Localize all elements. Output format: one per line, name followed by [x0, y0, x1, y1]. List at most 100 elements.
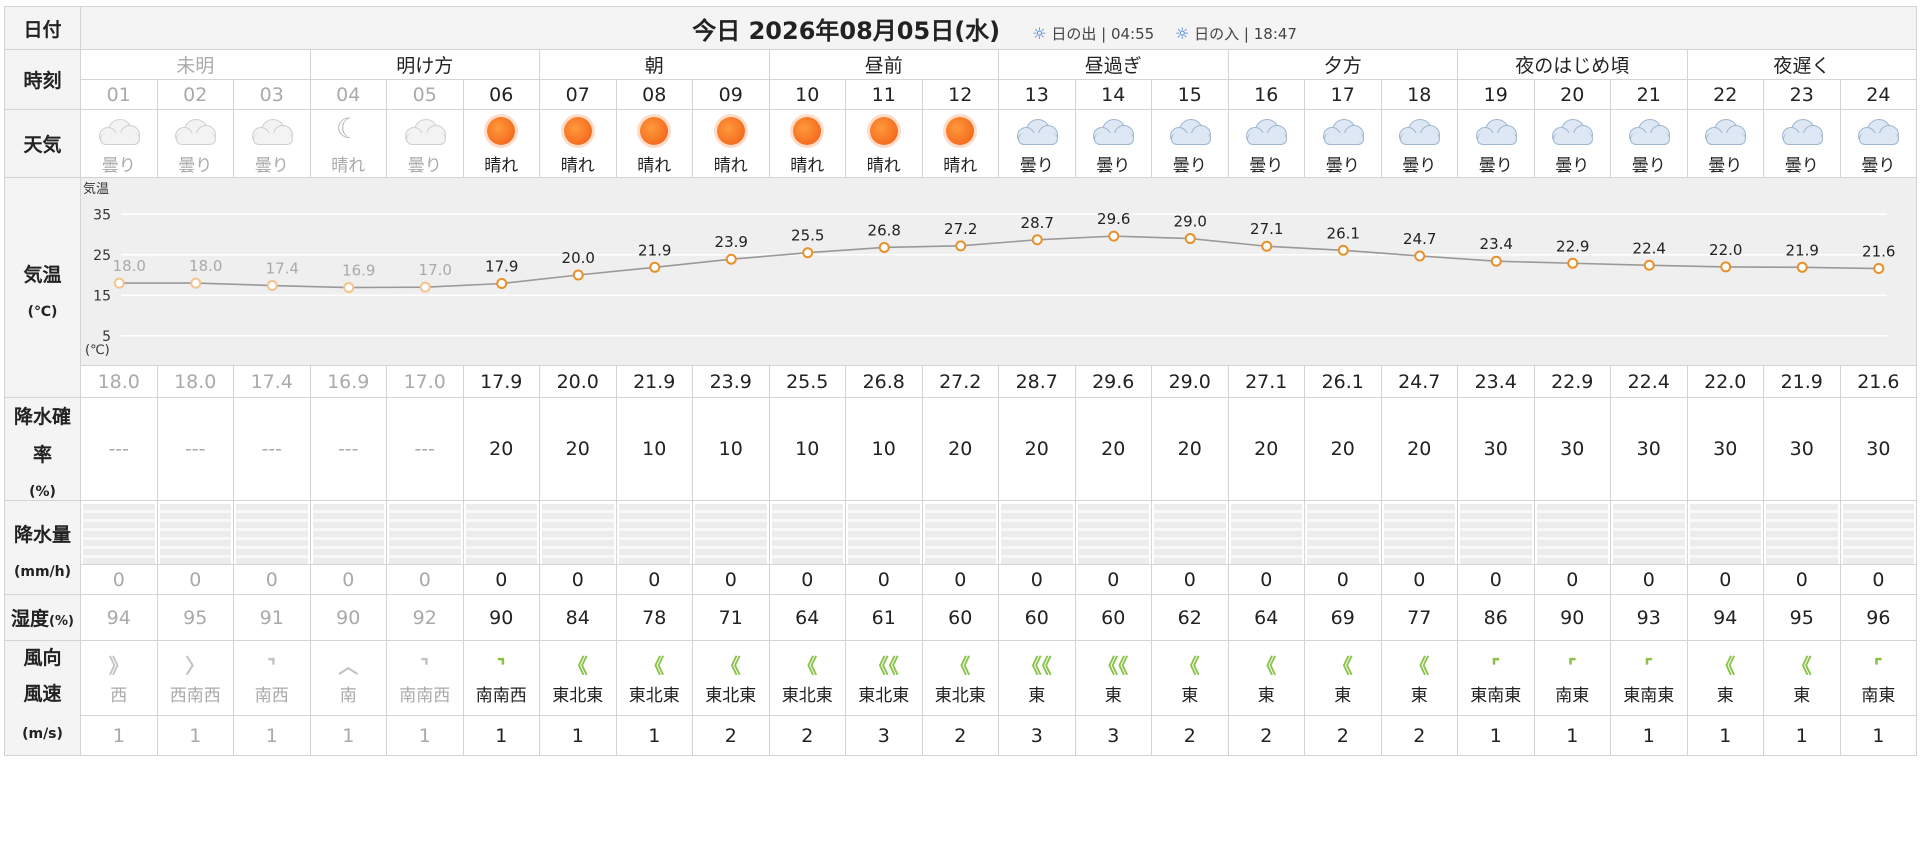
- temp-value: 29.0: [1151, 365, 1229, 398]
- period-1: 明け方: [309, 49, 540, 80]
- weather-cell: 曇り: [1686, 109, 1764, 178]
- cloud-icon: [387, 111, 462, 149]
- wind-dir-text: 東北東: [934, 685, 986, 706]
- weather-text: 曇り: [101, 156, 136, 176]
- cloud-icon: [1535, 111, 1610, 149]
- period-3: 昼前: [768, 49, 999, 80]
- wind-speed-label: 風速: [23, 683, 62, 705]
- precip-value: 0: [998, 564, 1076, 595]
- precip-bar-cell: [768, 500, 846, 565]
- temp-value: 22.4: [1610, 365, 1688, 398]
- chart-yunit: (℃): [85, 343, 110, 358]
- cloud-shape: [1628, 119, 1670, 145]
- weather-text: 曇り: [1096, 156, 1131, 176]
- moon-icon: ☾: [311, 111, 386, 149]
- temp-point-label: 23.4: [1480, 235, 1513, 253]
- wind-arrow-icon: 《: [720, 653, 741, 678]
- weather-cell: 晴れ: [462, 109, 540, 178]
- y-tick-label: 25: [93, 248, 111, 264]
- sunset-time: 18:47: [1253, 24, 1297, 43]
- precip-value: 0: [1533, 564, 1611, 595]
- precip-value: 0: [1151, 564, 1229, 595]
- cloud-shape: [1322, 119, 1364, 145]
- temp-point: [1643, 259, 1655, 271]
- temp-point-label: 22.4: [1633, 239, 1666, 257]
- date-row: 日付 今日 2026年08月05日(水) ☼ 日の出 | 04:55 ☼ 日の入…: [4, 6, 1918, 50]
- precip-bar-cell: [80, 500, 158, 565]
- precip-value-row: 000000000000000000000000: [5, 564, 1918, 595]
- wind-dir-text: 南南西: [475, 685, 527, 706]
- cloud-shape: [251, 119, 293, 145]
- hour-23: 23: [1763, 79, 1841, 110]
- pop-value: 10: [615, 397, 693, 501]
- pop-value: ---: [233, 397, 311, 501]
- wind-label: 風向 風速 (m/s): [4, 640, 81, 756]
- temp-value: 17.4: [233, 365, 311, 398]
- hour-04: 04: [309, 79, 387, 110]
- wind-arrow-icon: ⌜: [1644, 653, 1654, 678]
- precip-bar: [542, 503, 614, 564]
- temp-point-label: 27.1: [1250, 220, 1283, 238]
- humidity-value: 71: [692, 594, 770, 641]
- precip-bar: [618, 503, 690, 564]
- pop-value: 10: [845, 397, 923, 501]
- pop-value: 30: [1839, 397, 1918, 501]
- precip-value: 0: [1839, 564, 1918, 595]
- precip-bar: [83, 503, 155, 564]
- weather-cell: 曇り: [1304, 109, 1382, 178]
- wind-dir-text: 南東: [1555, 685, 1590, 706]
- wind-dir-text: 南南西: [399, 685, 451, 706]
- humidity-value: 92: [386, 594, 464, 641]
- wind-speed-value: 3: [998, 715, 1076, 756]
- sun-shape: [636, 113, 672, 149]
- wind-arrow-icon: 《: [797, 653, 818, 678]
- wind-arrow-icon: 〉: [185, 653, 206, 678]
- precip-bar: [312, 503, 384, 564]
- wind-speed-value: 1: [539, 715, 617, 756]
- period-2: 朝: [539, 49, 770, 80]
- precip-bar-cell: [845, 500, 923, 565]
- wind-dir-cell: 《東: [1380, 639, 1458, 717]
- precip-bar-cell: [1380, 500, 1458, 565]
- sunset-label: 日の入: [1194, 24, 1240, 43]
- wind-dir-cell: 《《東: [1074, 639, 1152, 717]
- temp-point-label: 22.9: [1556, 237, 1589, 255]
- weather-text: 曇り: [178, 156, 213, 176]
- humidity-value: 78: [615, 594, 693, 641]
- hour-08: 08: [615, 79, 693, 110]
- temp-value: 29.6: [1074, 365, 1152, 398]
- cloud-shape: [404, 119, 446, 145]
- temp-point-label: 16.9: [342, 262, 375, 280]
- pop-label-text: 降水確率: [13, 406, 71, 466]
- precip-label-text: 降水量: [13, 523, 71, 546]
- hour-15: 15: [1151, 79, 1229, 110]
- pop-value: ---: [386, 397, 464, 501]
- wind-dir-text: 東北東: [552, 685, 604, 706]
- weather-cell: 晴れ: [539, 109, 617, 178]
- period-4: 昼過ぎ: [998, 49, 1229, 80]
- humidity-value: 96: [1839, 594, 1918, 641]
- precip-bar: [1766, 503, 1838, 564]
- humidity-value: 69: [1304, 594, 1382, 641]
- temp-point-label: 18.0: [113, 257, 146, 275]
- wind-arrow-icon: 》: [108, 653, 129, 678]
- wind-dir-text: 東: [1334, 685, 1352, 706]
- precip-value: 0: [692, 564, 770, 595]
- precip-value: 0: [1380, 564, 1458, 595]
- sunset-sep: |: [1243, 24, 1249, 43]
- sun-icon: [617, 111, 692, 149]
- weather-cell: 晴れ: [615, 109, 693, 178]
- weather-cell: 曇り: [1151, 109, 1229, 178]
- weather-text: 曇り: [1249, 156, 1284, 176]
- hour-24: 24: [1839, 79, 1918, 110]
- precip-bar-cell: [1763, 500, 1841, 565]
- temp-point-label: 22.0: [1709, 241, 1742, 259]
- wind-speed-value: 1: [1839, 715, 1918, 756]
- period-0: 未明: [80, 49, 311, 80]
- weather-cell: 曇り: [156, 109, 234, 178]
- weather-text: 晴れ: [790, 156, 825, 176]
- temp-point: [1796, 261, 1808, 273]
- wind-dir-cell: 《《 東北東: [845, 639, 923, 717]
- wind-dir-cell: ⌝ 南南西: [462, 639, 540, 717]
- wind-dir-cell: 《《東: [998, 639, 1076, 717]
